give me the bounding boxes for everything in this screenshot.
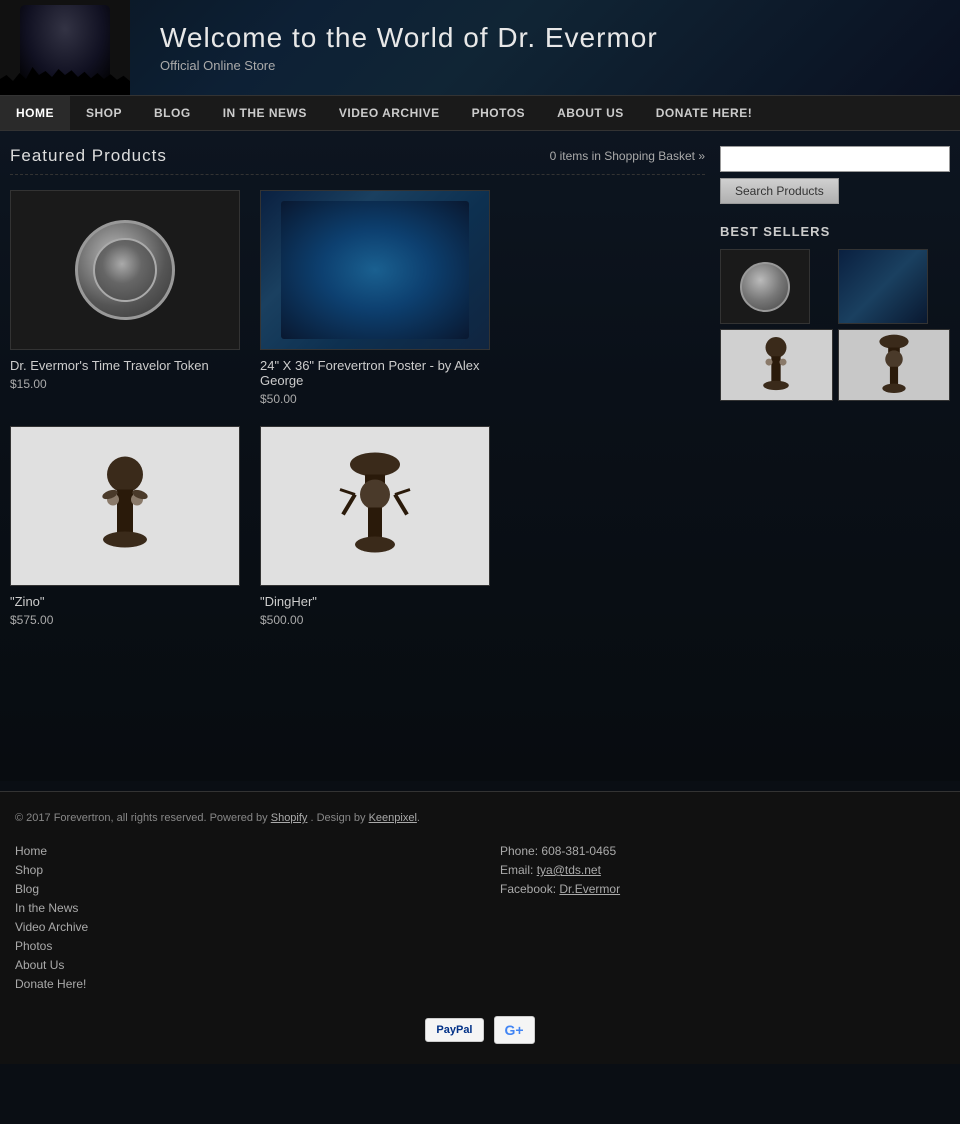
content-area: Featured Products 0 items in Shopping Ba… <box>10 146 720 766</box>
poster-image <box>261 191 489 349</box>
product-image <box>10 190 240 350</box>
nav-item-video[interactable]: VIDEO ARCHIVE <box>323 96 456 130</box>
footer-nav-home[interactable]: Home <box>15 844 460 858</box>
product-image <box>260 426 490 586</box>
footer-email: Email: tya@tds.net <box>500 863 945 877</box>
product-image <box>10 426 240 586</box>
product-price: $575.00 <box>10 613 240 627</box>
site-title: Welcome to the World of Dr. Evermor <box>160 22 658 54</box>
sculpture-zino-image <box>85 445 165 568</box>
product-name: "Zino" <box>10 594 240 609</box>
site-subtitle: Official Online Store <box>160 58 658 73</box>
footer-nav-photos[interactable]: Photos <box>15 939 460 953</box>
keenpixel-link[interactable]: Keenpixel <box>369 812 417 824</box>
product-item[interactable]: Dr. Evermor's Time Travelor Token $15.00 <box>10 190 240 406</box>
best-seller-item[interactable] <box>838 249 928 324</box>
footer-nav-video[interactable]: Video Archive <box>15 920 460 934</box>
footer-facebook-link[interactable]: Dr.Evermor <box>559 882 620 896</box>
footer-nav-shop[interactable]: Shop <box>15 863 460 877</box>
footer-columns: Home Shop Blog In the News Video Archive… <box>15 844 945 996</box>
best-seller-item[interactable] <box>720 329 833 401</box>
product-name: Dr. Evermor's Time Travelor Token <box>10 358 240 373</box>
footer-nav-blog[interactable]: Blog <box>15 882 460 896</box>
nav-item-blog[interactable]: BLOG <box>138 96 207 130</box>
search-button[interactable]: Search Products <box>720 178 839 204</box>
main-nav: HOME SHOP BLOG IN THE NEWS VIDEO ARCHIVE… <box>0 95 960 131</box>
product-price: $15.00 <box>10 377 240 391</box>
nav-item-about[interactable]: ABOUT US <box>541 96 640 130</box>
product-item[interactable]: "DingHer" $500.00 <box>260 426 490 627</box>
footer-email-link[interactable]: tya@tds.net <box>537 863 601 877</box>
product-name: "DingHer" <box>260 594 490 609</box>
site-header: Welcome to the World of Dr. Evermor Offi… <box>0 0 960 95</box>
product-item[interactable]: 24" X 36" Forevertron Poster - by Alex G… <box>260 190 490 406</box>
product-item[interactable]: "Zino" $575.00 <box>10 426 240 627</box>
search-input[interactable] <box>720 146 950 172</box>
nav-item-donate[interactable]: DONATE HERE! <box>640 96 768 130</box>
footer-nav-about[interactable]: About Us <box>15 958 460 972</box>
footer-nav-donate[interactable]: Donate Here! <box>15 977 460 991</box>
best-sellers-grid <box>720 249 950 401</box>
footer-phone: Phone: 608-381-0465 <box>500 844 945 858</box>
cart-info[interactable]: 0 items in Shopping Basket » <box>550 149 705 163</box>
product-price: $500.00 <box>260 613 490 627</box>
footer-nav: Home Shop Blog In the News Video Archive… <box>15 844 460 996</box>
token-image <box>75 220 175 320</box>
site-footer: © 2017 Forevertron, all rights reserved.… <box>0 791 960 1064</box>
nav-list: HOME SHOP BLOG IN THE NEWS VIDEO ARCHIVE… <box>0 96 960 130</box>
nav-item-photos[interactable]: PHOTOS <box>456 96 541 130</box>
best-seller-item[interactable] <box>838 329 951 401</box>
nav-item-shop[interactable]: SHOP <box>70 96 138 130</box>
footer-facebook: Facebook: Dr.Evermor <box>500 882 945 896</box>
google-badge[interactable]: G+ <box>494 1016 535 1044</box>
page-title: Featured Products <box>10 146 167 166</box>
site-logo <box>0 0 130 95</box>
bs-zino-image <box>751 330 801 400</box>
nav-item-news[interactable]: IN THE NEWS <box>207 96 323 130</box>
sculpture-dingher-image <box>335 445 415 568</box>
page-title-bar: Featured Products 0 items in Shopping Ba… <box>10 146 705 175</box>
product-image <box>260 190 490 350</box>
product-name: 24" X 36" Forevertron Poster - by Alex G… <box>260 358 490 388</box>
footer-copyright: © 2017 Forevertron, all rights reserved.… <box>15 812 945 824</box>
bs-token-image <box>740 262 790 312</box>
site-title-block: Welcome to the World of Dr. Evermor Offi… <box>130 22 658 73</box>
search-box: Search Products <box>720 146 950 204</box>
bs-dingher-image <box>869 330 919 400</box>
shopify-link[interactable]: Shopify <box>271 812 308 824</box>
footer-contact: Phone: 608-381-0465 Email: tya@tds.net F… <box>500 844 945 996</box>
sidebar: Search Products BEST SELLERS <box>720 146 950 766</box>
bs-poster-image <box>839 250 927 323</box>
product-price: $50.00 <box>260 392 490 406</box>
products-grid: Dr. Evermor's Time Travelor Token $15.00… <box>10 190 705 627</box>
footer-bottom: PayPal G+ <box>15 1016 945 1044</box>
main-content: Featured Products 0 items in Shopping Ba… <box>0 131 960 781</box>
nav-item-home[interactable]: HOME <box>0 96 70 130</box>
paypal-badge[interactable]: PayPal <box>425 1018 483 1042</box>
footer-nav-news[interactable]: In the News <box>15 901 460 915</box>
best-seller-item[interactable] <box>720 249 810 324</box>
best-sellers-title: BEST SELLERS <box>720 224 950 239</box>
